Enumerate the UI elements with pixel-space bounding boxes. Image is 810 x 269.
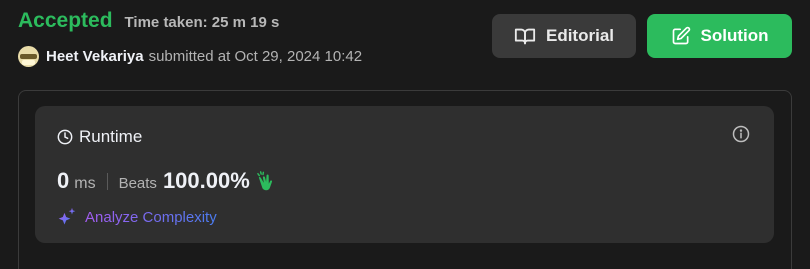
info-circle-icon[interactable] (732, 125, 750, 143)
submitter-row: Heet Vekariya submitted at Oct 29, 2024 … (18, 46, 362, 67)
runtime-value: 0 (57, 168, 70, 193)
solution-label: Solution (700, 26, 769, 45)
status-row: Accepted Time taken: 25 m 19 s (18, 9, 279, 33)
analyze-complexity-link[interactable]: Analyze Complexity (57, 207, 217, 227)
status-accepted: Accepted (18, 9, 113, 32)
sparkle-icon (58, 207, 76, 225)
runtime-title: Runtime (57, 127, 142, 147)
analyze-complexity-label: Analyze Complexity (85, 208, 217, 226)
avatar[interactable] (18, 46, 39, 67)
clock-icon (57, 129, 73, 145)
submitted-timestamp: submitted at Oct 29, 2024 10:42 (148, 48, 363, 65)
submission-result-page: Accepted Time taken: 25 m 19 s Heet Veka… (0, 0, 810, 269)
time-taken: Time taken: 25 m 19 s (124, 14, 280, 31)
book-open-icon (514, 28, 536, 45)
user-name-link[interactable]: Heet Vekariya (46, 48, 144, 65)
beats-label: Beats (118, 175, 157, 192)
runtime-card[interactable]: Runtime 0 ms Beats 100.00% Analyze Compl… (35, 106, 774, 243)
runtime-stats: 0 ms Beats 100.00% (57, 168, 278, 194)
edit-square-icon (672, 26, 690, 45)
beats-value: 100.00% (162, 168, 250, 193)
runtime-unit: ms (74, 175, 96, 192)
runtime-title-label: Runtime (79, 127, 143, 146)
editorial-button[interactable]: Editorial (492, 14, 636, 58)
solution-button[interactable]: Solution (647, 14, 792, 58)
stats-divider (106, 172, 108, 190)
editorial-label: Editorial (545, 26, 614, 45)
clapping-hands-icon (256, 171, 272, 191)
